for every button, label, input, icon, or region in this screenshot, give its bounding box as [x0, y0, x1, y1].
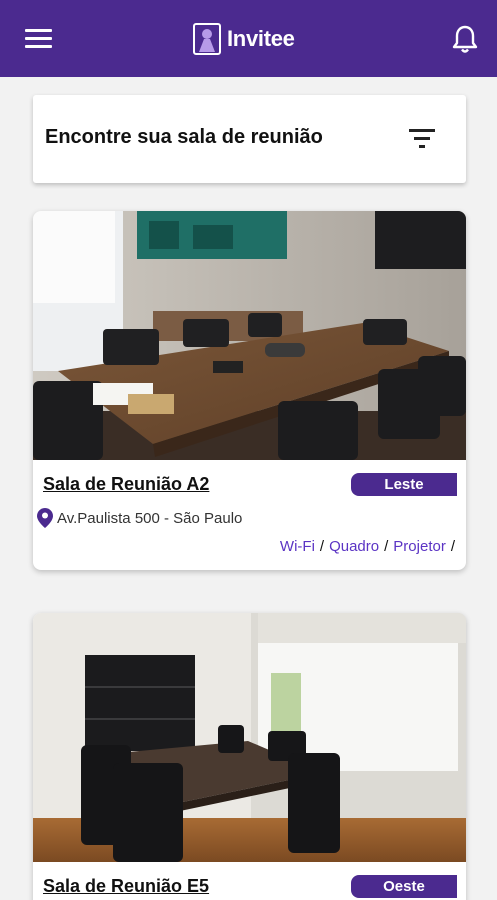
search-card: Encontre sua sala de reunião — [33, 95, 466, 183]
region-badge: Oeste — [351, 875, 457, 898]
room-address: Av.Paulista 500 - São Paulo — [37, 508, 242, 528]
room-photo[interactable] — [33, 211, 466, 460]
location-pin-icon — [37, 508, 53, 528]
address-text: Av.Paulista 500 - São Paulo — [57, 509, 243, 527]
region-badge: Leste — [351, 473, 457, 496]
invitee-logo-icon — [193, 23, 221, 55]
brand-name: Invitee — [227, 26, 295, 51]
room-photo[interactable] — [33, 613, 466, 862]
room-card[interactable]: Sala de Reunião E5 Oeste — [33, 613, 466, 900]
app-bar: Invitee — [0, 0, 497, 77]
room-card[interactable]: Sala de Reunião A2 Leste Av.Paulista 500… — [33, 211, 466, 570]
room-name[interactable]: Sala de Reunião A2 — [43, 474, 209, 495]
amenity-separator: / — [319, 538, 325, 555]
filter-icon[interactable] — [409, 128, 435, 148]
amenities-list: Wi-Fi / Quadro / Projetor / — [280, 538, 460, 555]
amenity-quadro[interactable]: Quadro — [329, 538, 379, 555]
search-title: Encontre sua sala de reunião — [45, 126, 323, 148]
amenity-projetor[interactable]: Projetor — [393, 538, 446, 555]
bell-icon[interactable] — [451, 24, 479, 54]
room-name[interactable]: Sala de Reunião E5 — [43, 876, 209, 897]
brand-logo: Invitee — [193, 22, 295, 56]
amenity-separator: / — [450, 538, 455, 555]
amenity-separator: / — [384, 538, 389, 555]
amenity-wifi[interactable]: Wi-Fi — [280, 538, 315, 555]
hamburger-menu-icon[interactable] — [25, 29, 52, 49]
